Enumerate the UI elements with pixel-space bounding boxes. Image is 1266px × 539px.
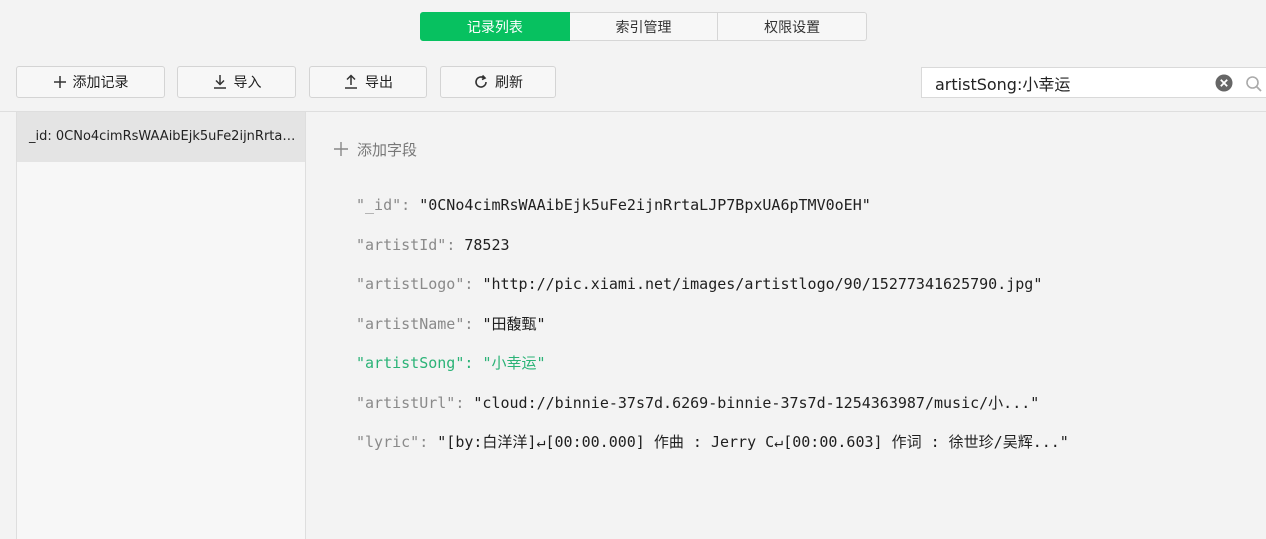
add-field-label: 添加字段 — [357, 140, 418, 159]
field-key: "artistSong" — [356, 354, 465, 372]
record-list: _id: 0CNo4cimRsWAAibEjk5uFe2ijnRrtaLJP7B… — [16, 112, 306, 539]
field-colon: : — [446, 235, 465, 254]
field-key: "artistUrl" — [356, 393, 456, 412]
field-key: "artistLogo" — [356, 275, 465, 293]
search-icon[interactable] — [1245, 75, 1263, 93]
plus-icon — [53, 76, 66, 88]
import-button[interactable]: 导入 — [177, 66, 296, 98]
record-list-item[interactable]: _id: 0CNo4cimRsWAAibEjk5uFe2ijnRrtaLJP7B… — [17, 112, 305, 162]
tab-record-list[interactable]: 记录列表 — [420, 12, 570, 41]
refresh-button[interactable]: 刷新 — [440, 66, 556, 98]
search-input[interactable] — [922, 68, 1205, 97]
field-row-highlighted[interactable]: "artistSong": "小幸运" — [356, 351, 1069, 391]
field-key: "artistId" — [356, 235, 447, 254]
field-row[interactable]: "artistName": "田馥甄" — [356, 312, 1069, 352]
add-record-label: 添加记录 — [72, 75, 129, 91]
field-row[interactable]: "_id": "0CNo4cimRsWAAibEjk5uFe2ijnRrtaLJ… — [356, 193, 1069, 233]
clear-icon[interactable] — [1215, 74, 1233, 92]
field-colon: : — [419, 433, 438, 451]
field-colon: : — [464, 314, 483, 333]
field-value: "0CNo4cimRsWAAibEjk5uFe2ijnRrtaLJP7BpxUA… — [419, 196, 871, 214]
field-key: "artistName" — [356, 314, 465, 333]
field-value: "cloud://binnie-37s7d.6269-binnie-37s7d-… — [473, 393, 1040, 412]
field-value: "[by:白洋洋]↵[00:00.000] 作曲 : Jerry C↵[00:0… — [437, 433, 1069, 451]
export-button[interactable]: 导出 — [309, 66, 427, 98]
plus-icon — [334, 142, 348, 156]
export-label: 导出 — [365, 75, 393, 91]
field-row[interactable]: "lyric": "[by:白洋洋]↵[00:00.000] 作曲 : Jerr… — [356, 430, 1069, 470]
refresh-label: 刷新 — [495, 75, 523, 91]
view-tabs: 记录列表 索引管理 权限设置 — [420, 12, 868, 41]
download-icon — [213, 75, 226, 89]
field-value: "http://pic.xiami.net/images/artistlogo/… — [482, 275, 1043, 293]
upload-icon — [345, 74, 357, 89]
field-value: 78523 — [464, 235, 510, 254]
field-key: "lyric" — [356, 433, 420, 451]
field-row[interactable]: "artistLogo": "http://pic.xiami.net/imag… — [356, 272, 1069, 312]
add-record-button[interactable]: 添加记录 — [16, 66, 165, 98]
field-colon: : — [464, 354, 483, 372]
field-row[interactable]: "artistUrl": "cloud://binnie-37s7d.6269-… — [356, 391, 1069, 431]
field-colon: : — [401, 196, 420, 214]
import-label: 导入 — [233, 75, 262, 91]
tab-index-management[interactable]: 索引管理 — [569, 12, 719, 41]
refresh-icon — [475, 74, 487, 88]
field-key: "_id" — [356, 196, 402, 214]
field-colon: : — [455, 393, 474, 412]
add-field-button[interactable]: 添加字段 — [333, 138, 417, 160]
field-value: "田馥甄" — [482, 314, 546, 333]
field-row[interactable]: "artistId": 78523 — [356, 233, 1069, 273]
record-fields: "_id": "0CNo4cimRsWAAibEjk5uFe2ijnRrtaLJ… — [356, 193, 1069, 470]
field-value: "小幸运" — [482, 354, 546, 372]
search-box — [921, 67, 1266, 98]
tab-permission-settings[interactable]: 权限设置 — [718, 12, 868, 41]
field-colon: : — [464, 275, 483, 293]
